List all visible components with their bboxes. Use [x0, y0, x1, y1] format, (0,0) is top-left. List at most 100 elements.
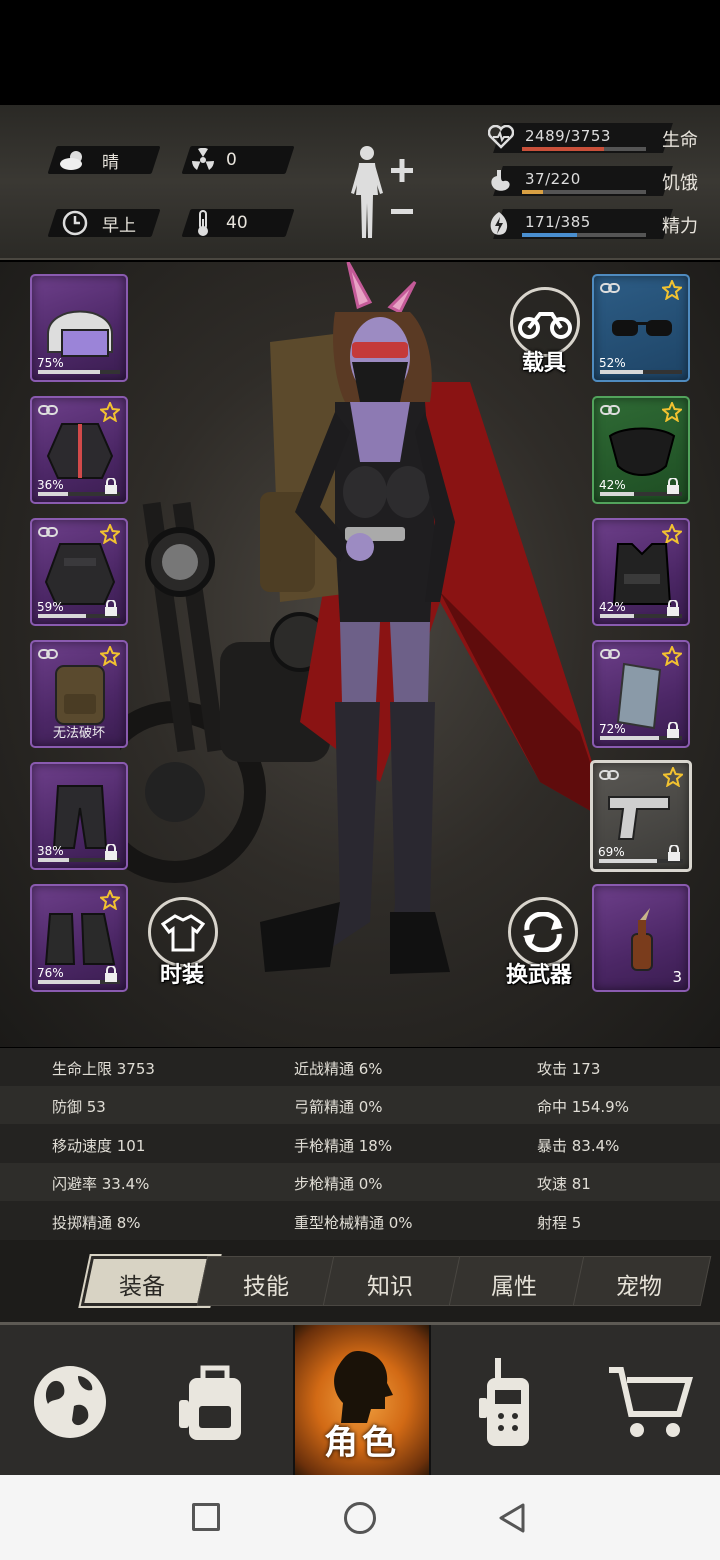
tab-bar: 装备 技能 知识 属性 宠物 — [0, 1240, 720, 1322]
slot-shield[interactable]: 72% — [592, 640, 690, 748]
attribute-row: 防御 53 弓箭精通 0% 命中 154.9% — [0, 1086, 720, 1125]
health-label: 生命 — [662, 130, 698, 151]
nav-character[interactable]: 角色 — [293, 1325, 431, 1478]
heart-pulse-icon — [487, 124, 516, 153]
durability-percent: 75% — [37, 356, 64, 370]
tab-pets-label: 宠物 — [616, 1274, 662, 1300]
clock-icon — [60, 208, 90, 238]
attribute-cell: 重型枪械精通 0% — [294, 1213, 413, 1232]
attribute-cell: 防御 53 — [52, 1098, 106, 1117]
nav-radio[interactable] — [437, 1325, 577, 1478]
radiation-icon — [188, 145, 218, 175]
slot-jacket[interactable]: 36% — [30, 396, 128, 504]
attribute-cell: 攻击 173 — [537, 1060, 601, 1078]
bottom-navigation: 角色 — [0, 1322, 720, 1478]
temperature-indicator[interactable]: 40 — [188, 209, 248, 237]
status-header: 晴 0 早上 40 2489/3753 生命 37/220 饥饿 171/385… — [0, 105, 720, 260]
weather-label: 晴 — [102, 152, 119, 173]
slot-body-armor[interactable]: 42% — [592, 518, 690, 626]
attribute-row: 生命上限 3753 近战精通 6% 攻击 173 — [0, 1048, 720, 1086]
attribute-cell: 近战精通 6% — [294, 1060, 383, 1078]
back-button[interactable] — [497, 1502, 527, 1534]
hunger-stat: 37/220 饥饿 — [480, 166, 710, 196]
pistol-icon — [608, 796, 670, 840]
durability-percent: 36% — [37, 478, 64, 492]
lock-icon — [105, 844, 117, 860]
health-bar — [522, 147, 646, 151]
radiation-indicator[interactable]: 0 — [188, 146, 237, 174]
slot-helmet[interactable]: 75% — [30, 274, 128, 382]
slot-backpack[interactable]: 无法破坏 — [30, 640, 128, 748]
riot-shield-icon — [616, 662, 662, 730]
nav-inventory[interactable] — [145, 1325, 285, 1478]
backpack-icon — [55, 665, 105, 725]
link-icon — [600, 283, 620, 293]
slot-weapon[interactable]: 69% — [590, 760, 692, 872]
slot-throwable[interactable]: 3 — [592, 884, 690, 992]
attribute-cell: 步枪精通 0% — [294, 1175, 383, 1194]
home-button[interactable] — [344, 1502, 376, 1534]
health-value: 2489/3753 — [525, 127, 611, 145]
temperature-value: 40 — [226, 213, 248, 233]
face-mask-icon — [608, 427, 676, 476]
attribute-cell: 射程 5 — [537, 1213, 582, 1232]
energy-label: 精力 — [662, 216, 698, 237]
hunger-value: 37/220 — [525, 170, 581, 188]
durability-percent: 72% — [599, 722, 626, 736]
link-icon — [38, 527, 58, 537]
fashion-label: 时装 — [160, 963, 205, 988]
attribute-cell: 投掷精通 8% — [52, 1213, 141, 1232]
character-scene: 75% 36% 59% 无法破坏 38% 76% 52% 42% 42% 72%… — [0, 262, 720, 1047]
slot-boots[interactable]: 76% — [30, 884, 128, 992]
weather-indicator[interactable]: 晴 — [58, 146, 119, 174]
energy-stat: 171/385 精力 — [480, 209, 710, 239]
pants-icon — [52, 785, 108, 849]
energy-value: 171/385 — [525, 213, 591, 231]
durability-percent: 42% — [599, 478, 626, 492]
motorcycle-icon — [518, 312, 572, 339]
system-navigation-bar — [0, 1475, 720, 1560]
durability-percent: 76% — [37, 966, 64, 980]
police-vest-icon — [612, 543, 672, 605]
backpack-nav-icon — [179, 1365, 241, 1440]
attribute-row: 投掷精通 8% 重型枪械精通 0% 射程 5 — [0, 1202, 720, 1240]
slot-pants[interactable]: 38% — [30, 762, 128, 870]
hunger-label: 饥饿 — [662, 173, 698, 194]
molotov-icon — [631, 908, 653, 971]
tab-skills-label: 技能 — [243, 1274, 289, 1300]
swap-icon — [523, 912, 563, 952]
walkie-talkie-icon — [479, 1357, 529, 1446]
indestructible-note: 无法破坏 — [52, 726, 105, 741]
shopping-cart-icon — [609, 1366, 694, 1437]
lock-icon — [667, 600, 679, 616]
durability-percent: 59% — [37, 600, 64, 614]
attribute-cell: 闪避率 33.4% — [52, 1175, 150, 1194]
nav-shop[interactable] — [582, 1325, 720, 1478]
hunger-bar — [522, 190, 646, 194]
lock-icon — [105, 600, 117, 616]
radiation-value: 0 — [226, 150, 237, 170]
attribute-cell: 弓箭精通 0% — [294, 1098, 383, 1117]
durability-percent: 52% — [599, 356, 626, 370]
boots-icon — [44, 913, 116, 965]
slot-face-mask[interactable]: 42% — [592, 396, 690, 504]
attributes-table: 生命上限 3753 近战精通 6% 攻击 173 防御 53 弓箭精通 0% 命中 154… — [0, 1048, 720, 1240]
attribute-cell: 生命上限 3753 — [52, 1060, 155, 1078]
globe-icon — [34, 1365, 106, 1438]
swap-weapon-label: 换武器 — [506, 963, 573, 988]
slot-eyewear[interactable]: 52% — [592, 274, 690, 382]
nav-character-label: 角色 — [324, 1423, 400, 1463]
cloud-sun-icon — [58, 145, 88, 175]
jacket-icon — [46, 423, 114, 479]
link-icon — [599, 770, 619, 780]
energy-bar — [522, 233, 646, 237]
recent-apps-button[interactable] — [192, 1503, 220, 1531]
slot-coat[interactable]: 59% — [30, 518, 128, 626]
lock-icon — [667, 722, 679, 738]
body-status-button[interactable] — [345, 143, 425, 243]
nav-world-map[interactable] — [0, 1325, 140, 1478]
lock-icon — [668, 845, 680, 861]
attribute-cell: 手枪精通 18% — [294, 1136, 393, 1155]
attribute-row: 移动速度 101 手枪精通 18% 暴击 83.4% — [0, 1125, 720, 1163]
time-indicator[interactable]: 早上 — [60, 209, 136, 237]
